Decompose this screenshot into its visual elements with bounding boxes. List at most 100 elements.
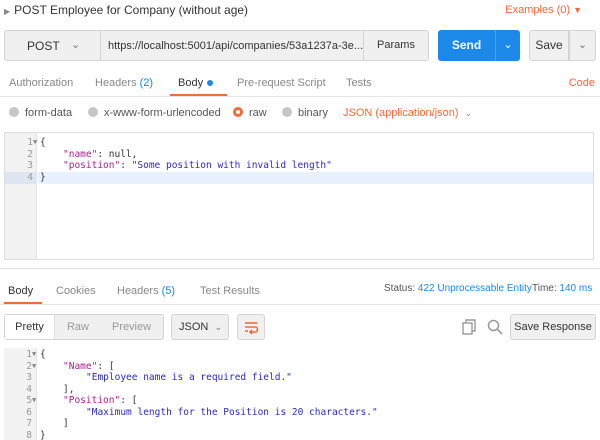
caret-right-icon[interactable]: ▶ — [4, 7, 10, 16]
code-line: 3 "position": "Some position with invali… — [5, 160, 593, 172]
search-icon[interactable] — [486, 318, 504, 336]
radio-form-data[interactable]: form-data — [9, 104, 72, 122]
radio-label: x-www-form-urlencoded — [104, 107, 221, 119]
time-value[interactable]: 140 ms — [559, 283, 592, 294]
tab-tests[interactable]: Tests — [346, 70, 372, 96]
response-tab-cookies[interactable]: Cookies — [56, 280, 96, 302]
line-number: 5 — [26, 395, 32, 406]
search-icon-glyph — [487, 319, 503, 335]
fold-toggle-icon[interactable]: ▼ — [32, 349, 36, 361]
radio-icon — [88, 107, 98, 117]
code-text: : [ — [120, 395, 138, 406]
tab-pre-request-script[interactable]: Pre-request Script — [237, 70, 326, 96]
content-type-label: JSON (application/json) — [343, 107, 459, 119]
radio-label: raw — [249, 107, 267, 119]
code-line: 2 "name": null, — [5, 149, 593, 161]
examples-label: Examples (0) — [505, 4, 571, 16]
time-readout: Time: 140 ms — [532, 282, 592, 296]
code-text: { — [40, 349, 46, 360]
method-select[interactable]: POST ⌄ — [4, 30, 100, 61]
format-pretty-button[interactable]: Pretty — [5, 315, 55, 339]
send-button[interactable]: Send — [438, 30, 495, 61]
code-line: 6 "Maximum length for the Position is 20… — [4, 407, 596, 419]
copy-icon-glyph — [462, 319, 476, 335]
line-number: 2 — [26, 360, 32, 372]
save-options-button[interactable]: ⌄ — [569, 30, 596, 61]
code-line: 4 } — [5, 172, 593, 184]
wrap-lines-icon — [245, 322, 259, 335]
tab-body[interactable]: Body — [178, 70, 214, 96]
tab-headers-count: (2) — [139, 77, 154, 89]
code-text: : [ — [97, 360, 115, 372]
json-string: "Maximum length for the Position is 20 c… — [86, 406, 378, 418]
content-type-select[interactable]: JSON (application/json) ⌄ — [343, 104, 472, 122]
fold-toggle-icon[interactable]: ▼ — [32, 361, 36, 373]
url-input[interactable]: https://localhost:5001/api/companies/53a… — [100, 30, 364, 61]
response-code[interactable]: 1 ▼ { 2 ▼ "Name": [ 3 "Employee name is … — [4, 349, 596, 440]
copy-icon[interactable] — [460, 318, 478, 336]
save-button[interactable]: Save — [529, 30, 569, 61]
chevron-down-icon: ⌄ — [503, 39, 513, 51]
fold-toggle-icon[interactable]: ▼ — [33, 137, 37, 149]
modified-dot-icon — [207, 80, 214, 87]
pane-splitter[interactable] — [0, 268, 600, 269]
wrap-lines-button[interactable] — [237, 314, 265, 340]
response-tab-headers[interactable]: Headers (5) — [117, 280, 175, 302]
divider — [0, 96, 600, 97]
response-tab-headers-count: (5) — [161, 285, 176, 297]
code-text: } — [40, 171, 46, 183]
line-number: 1 — [26, 349, 32, 360]
chevron-down-icon: ▼ — [573, 5, 582, 15]
chevron-down-icon: ⌄ — [577, 39, 588, 51]
radio-icon — [282, 107, 292, 117]
send-options-button[interactable]: ⌄ — [495, 30, 520, 61]
code-line: 5 ▼ "Position": [ — [4, 395, 596, 407]
code-text: ] — [63, 418, 69, 429]
tab-body-label: Body — [178, 77, 204, 89]
line-number: 7 — [26, 418, 32, 429]
json-key: "name" — [63, 148, 98, 160]
method-label: POST — [27, 39, 60, 53]
radio-selected-icon — [233, 107, 243, 117]
tab-headers-label: Headers — [95, 77, 137, 89]
save-response-button[interactable]: Save Response — [510, 314, 596, 340]
radio-icon — [9, 107, 19, 117]
request-title[interactable]: ▶ POST Employee for Company (without age) — [4, 0, 248, 20]
line-number: 3 — [27, 160, 33, 171]
examples-dropdown[interactable]: Examples (0) ▼ — [505, 0, 582, 20]
response-tab-body[interactable]: Body — [8, 280, 33, 302]
language-select[interactable]: JSON ⌄ — [171, 314, 229, 340]
radio-x-www-form-urlencoded[interactable]: x-www-form-urlencoded — [88, 104, 221, 122]
code-link[interactable]: Code — [569, 70, 595, 96]
chevron-down-icon: ⌄ — [214, 322, 222, 332]
code-text: : null, — [97, 148, 138, 160]
status-value[interactable]: 422 Unprocessable Entity — [418, 283, 532, 294]
format-preview-button[interactable]: Preview — [100, 315, 163, 339]
code-text: } — [40, 429, 46, 440]
time-label: Time: — [532, 283, 557, 294]
code-line: 3 "Employee name is a required field." — [4, 372, 596, 384]
code-line: 8 } — [4, 430, 596, 440]
line-number: 8 — [26, 429, 32, 440]
line-number: 1 — [27, 137, 33, 148]
code-line: 2 ▼ "Name": [ — [4, 361, 596, 373]
chevron-down-icon: ⌄ — [71, 39, 81, 51]
params-button[interactable]: Params — [364, 30, 429, 61]
code-text: : — [120, 160, 132, 171]
code-line: 1 ▼ { — [4, 349, 596, 361]
tab-headers[interactable]: Headers (2) — [95, 70, 153, 96]
tab-authorization[interactable]: Authorization — [9, 70, 73, 96]
divider — [0, 304, 600, 305]
code-line: 1 ▼ { — [5, 137, 593, 149]
fold-toggle-icon[interactable]: ▼ — [32, 395, 36, 407]
radio-binary[interactable]: binary — [282, 104, 328, 122]
request-title-text: POST Employee for Company (without age) — [14, 3, 249, 17]
response-tab-headers-label: Headers — [117, 285, 159, 297]
status-label: Status: — [384, 283, 416, 294]
radio-raw[interactable]: raw — [233, 104, 267, 122]
request-code[interactable]: 1 ▼ { 2 "name": null, 3 "position": "Som… — [5, 137, 593, 183]
radio-label: binary — [298, 107, 328, 119]
response-tab-test-results[interactable]: Test Results — [200, 280, 260, 302]
json-key: "Position" — [63, 395, 121, 406]
format-raw-button[interactable]: Raw — [56, 315, 100, 339]
